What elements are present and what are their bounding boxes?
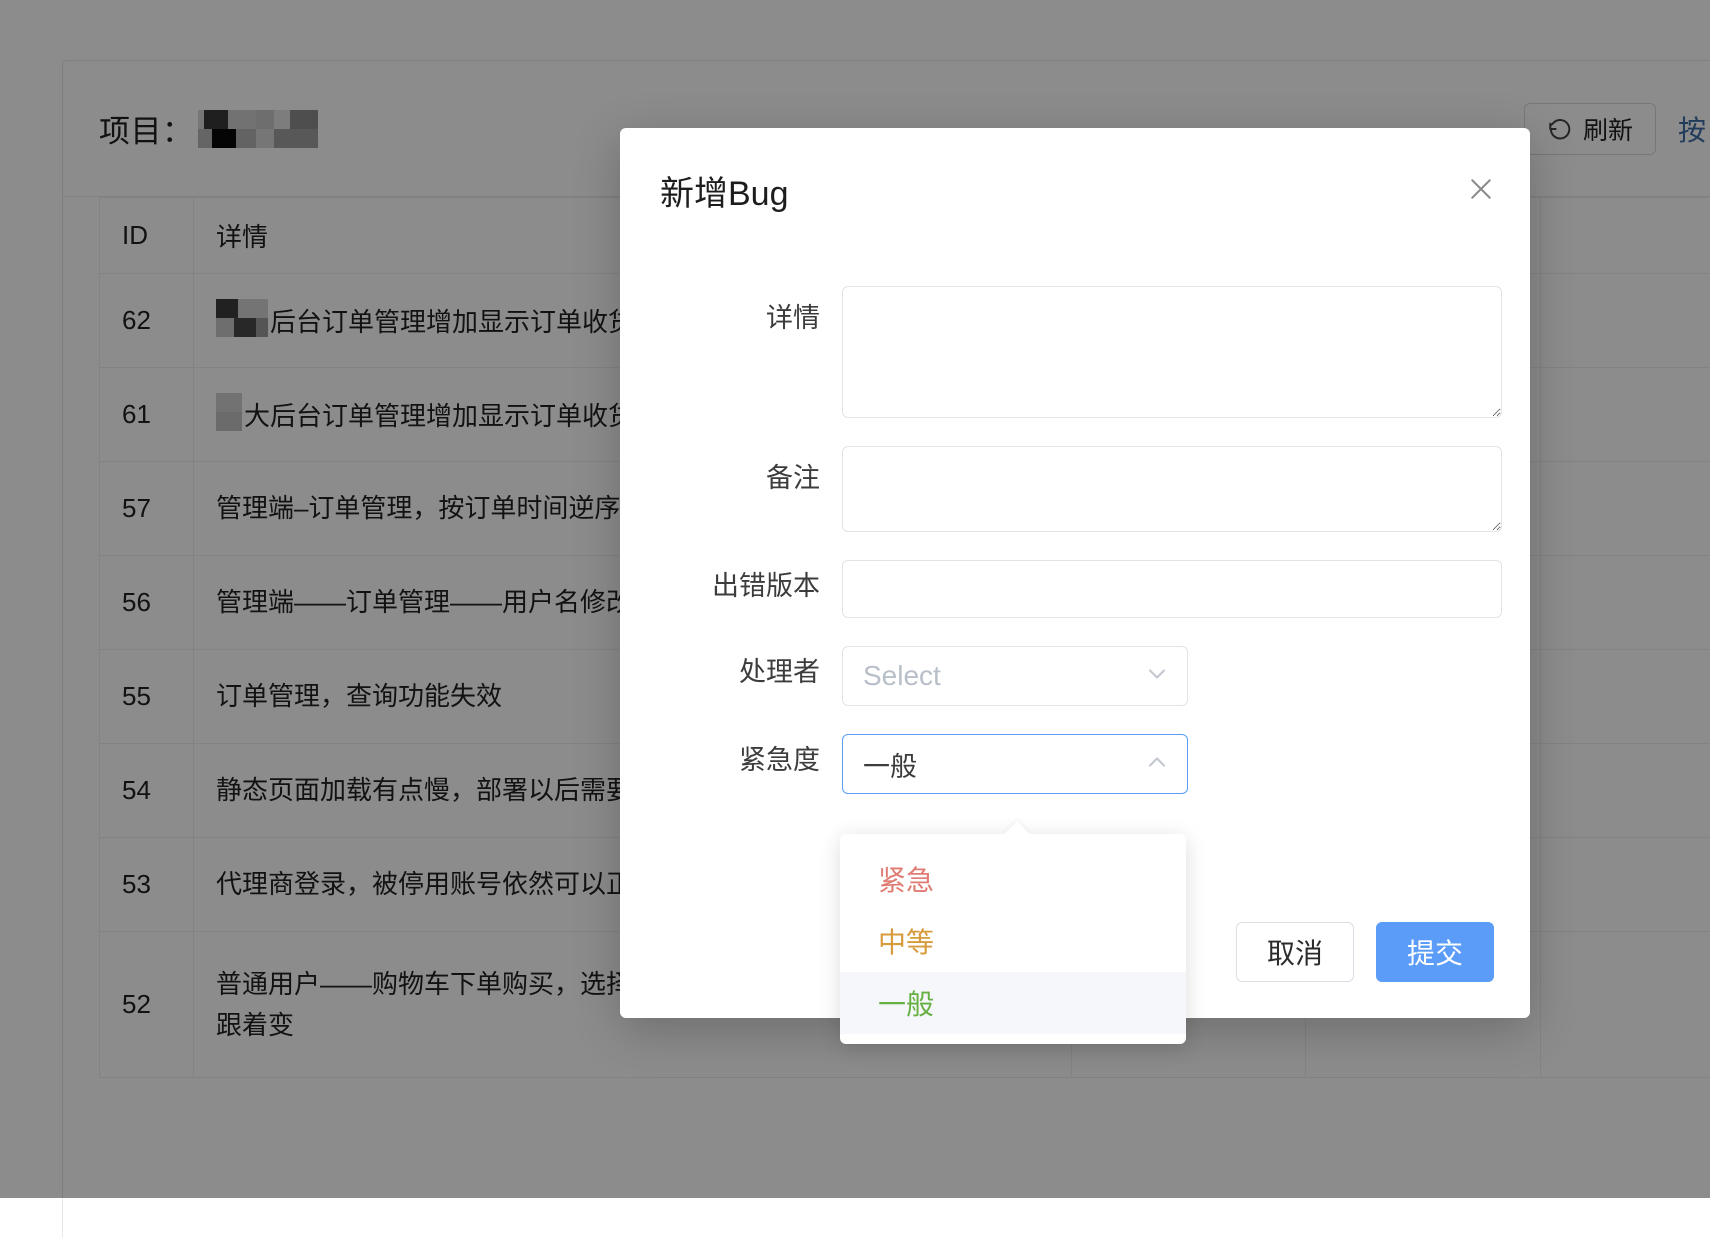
version-input[interactable]: [842, 560, 1502, 618]
priority-select[interactable]: 一般: [842, 734, 1188, 794]
form-row-detail: 详情: [620, 286, 1494, 418]
assignee-select-value: Select: [863, 660, 1143, 692]
assignee-label: 处理者: [620, 646, 842, 688]
form-row-priority: 紧急度 一般: [620, 734, 1494, 794]
note-textarea[interactable]: [842, 446, 1502, 532]
priority-label: 紧急度: [620, 734, 842, 776]
note-label: 备注: [620, 446, 842, 494]
detail-label: 详情: [620, 286, 842, 334]
form-row-version: 出错版本: [620, 560, 1494, 618]
cancel-button[interactable]: 取消: [1236, 922, 1354, 982]
modal-footer: 取消 提交: [1236, 922, 1494, 982]
priority-select-value: 一般: [863, 745, 1143, 784]
chevron-up-icon: [1143, 748, 1171, 781]
close-icon[interactable]: [1462, 170, 1500, 208]
form-row-note: 备注: [620, 446, 1494, 532]
priority-dropdown: 紧急中等一般: [840, 834, 1186, 1044]
form-row-assignee: 处理者 Select: [620, 646, 1494, 706]
version-label: 出错版本: [620, 560, 842, 602]
submit-button[interactable]: 提交: [1376, 922, 1494, 982]
priority-option[interactable]: 一般: [840, 972, 1186, 1034]
priority-option[interactable]: 中等: [840, 910, 1186, 972]
assignee-select[interactable]: Select: [842, 646, 1188, 706]
priority-option[interactable]: 紧急: [840, 848, 1186, 910]
detail-textarea[interactable]: [842, 286, 1502, 418]
add-bug-form: 详情 备注 出错版本 处理者 Select: [620, 286, 1530, 822]
chevron-down-icon: [1143, 660, 1171, 693]
modal-title: 新增Bug: [660, 166, 789, 215]
